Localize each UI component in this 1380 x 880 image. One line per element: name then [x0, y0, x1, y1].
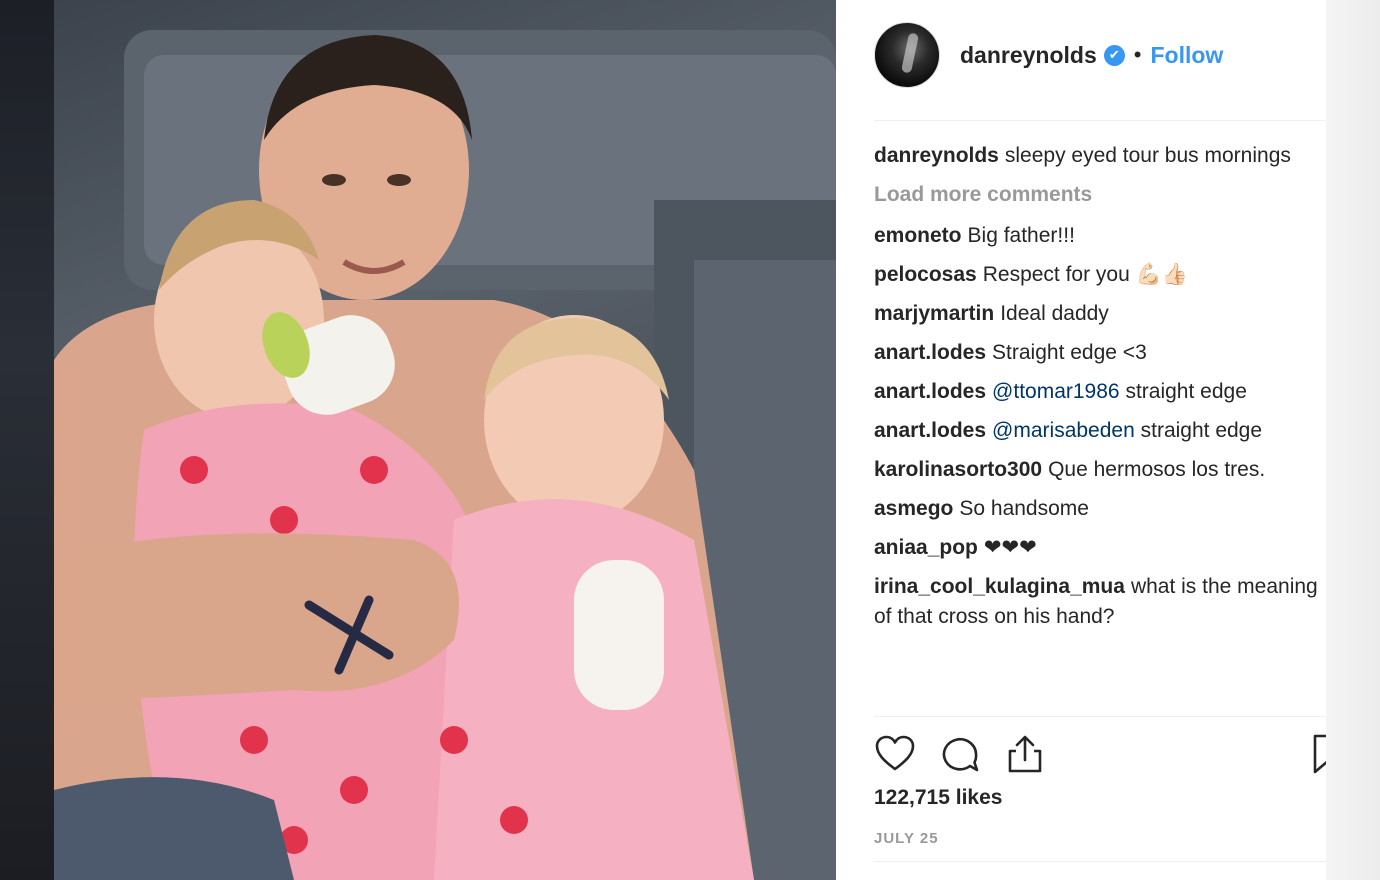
likes-count[interactable]: 122,715 likes: [874, 786, 1002, 810]
comment-item: emoneto Big father!!!: [874, 221, 1326, 251]
page-backdrop-right: [1326, 0, 1380, 880]
comment-item: asmego So handsome: [874, 494, 1326, 524]
comment-username[interactable]: anart.lodes: [874, 341, 986, 364]
share-button[interactable]: [1004, 733, 1046, 775]
comment-username[interactable]: irina_cool_kulagina_mua: [874, 575, 1125, 598]
follow-button[interactable]: Follow: [1150, 42, 1223, 69]
comment-username[interactable]: emoneto: [874, 224, 962, 247]
author-username[interactable]: danreynolds: [960, 42, 1097, 69]
share-upload-icon: [1008, 735, 1042, 773]
save-button[interactable]: [1312, 733, 1326, 775]
comments-list[interactable]: danreynolds sleepy eyed tour bus mornings…: [874, 141, 1326, 715]
divider: [874, 861, 1326, 862]
comment-text: Big father!!!: [967, 224, 1075, 247]
caption-text: sleepy eyed tour bus mornings: [1004, 144, 1291, 167]
comment-username[interactable]: anart.lodes: [874, 419, 986, 442]
comment-text: straight edge: [1125, 380, 1247, 403]
comment-username[interactable]: asmego: [874, 497, 953, 520]
page-backdrop: [0, 0, 54, 880]
comment-username[interactable]: anart.lodes: [874, 380, 986, 403]
like-button[interactable]: [874, 733, 916, 775]
post-header: danreynolds ✔ • Follow: [874, 22, 1326, 88]
load-more-comments-button[interactable]: Load more comments: [874, 180, 1326, 210]
comment-bubble-icon: [942, 738, 979, 772]
caption: danreynolds sleepy eyed tour bus mornings: [874, 141, 1326, 171]
comment-text: Ideal daddy: [1000, 302, 1109, 325]
comment-username[interactable]: karolinasorto300: [874, 458, 1042, 481]
action-bar: [874, 733, 1326, 777]
post-date: JULY 25: [874, 830, 939, 847]
header-separator: •: [1133, 42, 1142, 67]
post-photo[interactable]: [54, 0, 836, 880]
post-side-panel: danreynolds ✔ • Follow danreynolds sleepy…: [836, 0, 1380, 880]
comment-item: aniaa_pop ❤❤❤: [874, 533, 1326, 563]
comment-item: anart.lodes @ttomar1986 straight edge: [874, 377, 1326, 407]
instagram-post-view: danreynolds ✔ • Follow danreynolds sleepy…: [0, 0, 1380, 880]
comment-mention-link[interactable]: @marisabeden: [992, 419, 1135, 442]
comment-text: Respect for you 💪🏻👍🏻: [982, 263, 1188, 286]
comment-button[interactable]: [939, 733, 981, 775]
caption-username[interactable]: danreynolds: [874, 144, 999, 167]
photo-illustration: [54, 30, 836, 880]
comment-text: Straight edge <3: [992, 341, 1147, 364]
divider: [874, 716, 1326, 717]
verified-badge-icon: ✔: [1103, 44, 1125, 66]
comment-username[interactable]: marjymartin: [874, 302, 994, 325]
comment-item: anart.lodes Straight edge <3: [874, 338, 1326, 368]
author-avatar[interactable]: [874, 22, 940, 88]
comment-item: pelocosas Respect for you 💪🏻👍🏻: [874, 260, 1326, 290]
comment-username[interactable]: aniaa_pop: [874, 536, 978, 559]
comment-text: Que hermosos los tres.: [1048, 458, 1266, 481]
heart-icon: [875, 735, 915, 771]
bookmark-icon: [1313, 734, 1326, 774]
comment-username[interactable]: pelocosas: [874, 263, 977, 286]
comment-text: straight edge: [1140, 419, 1263, 442]
comment-mention-link[interactable]: @ttomar1986: [992, 380, 1120, 403]
comment-text: ❤❤❤: [983, 536, 1037, 559]
comment-item: irina_cool_kulagina_mua what is the meani…: [874, 572, 1326, 632]
comment-item: karolinasorto300 Que hermosos los tres.: [874, 455, 1326, 485]
divider: [874, 120, 1326, 121]
comment-item: anart.lodes @marisabeden straight edge: [874, 416, 1326, 446]
comment-text: So handsome: [959, 497, 1089, 520]
comment-item: marjymartin Ideal daddy: [874, 299, 1326, 329]
